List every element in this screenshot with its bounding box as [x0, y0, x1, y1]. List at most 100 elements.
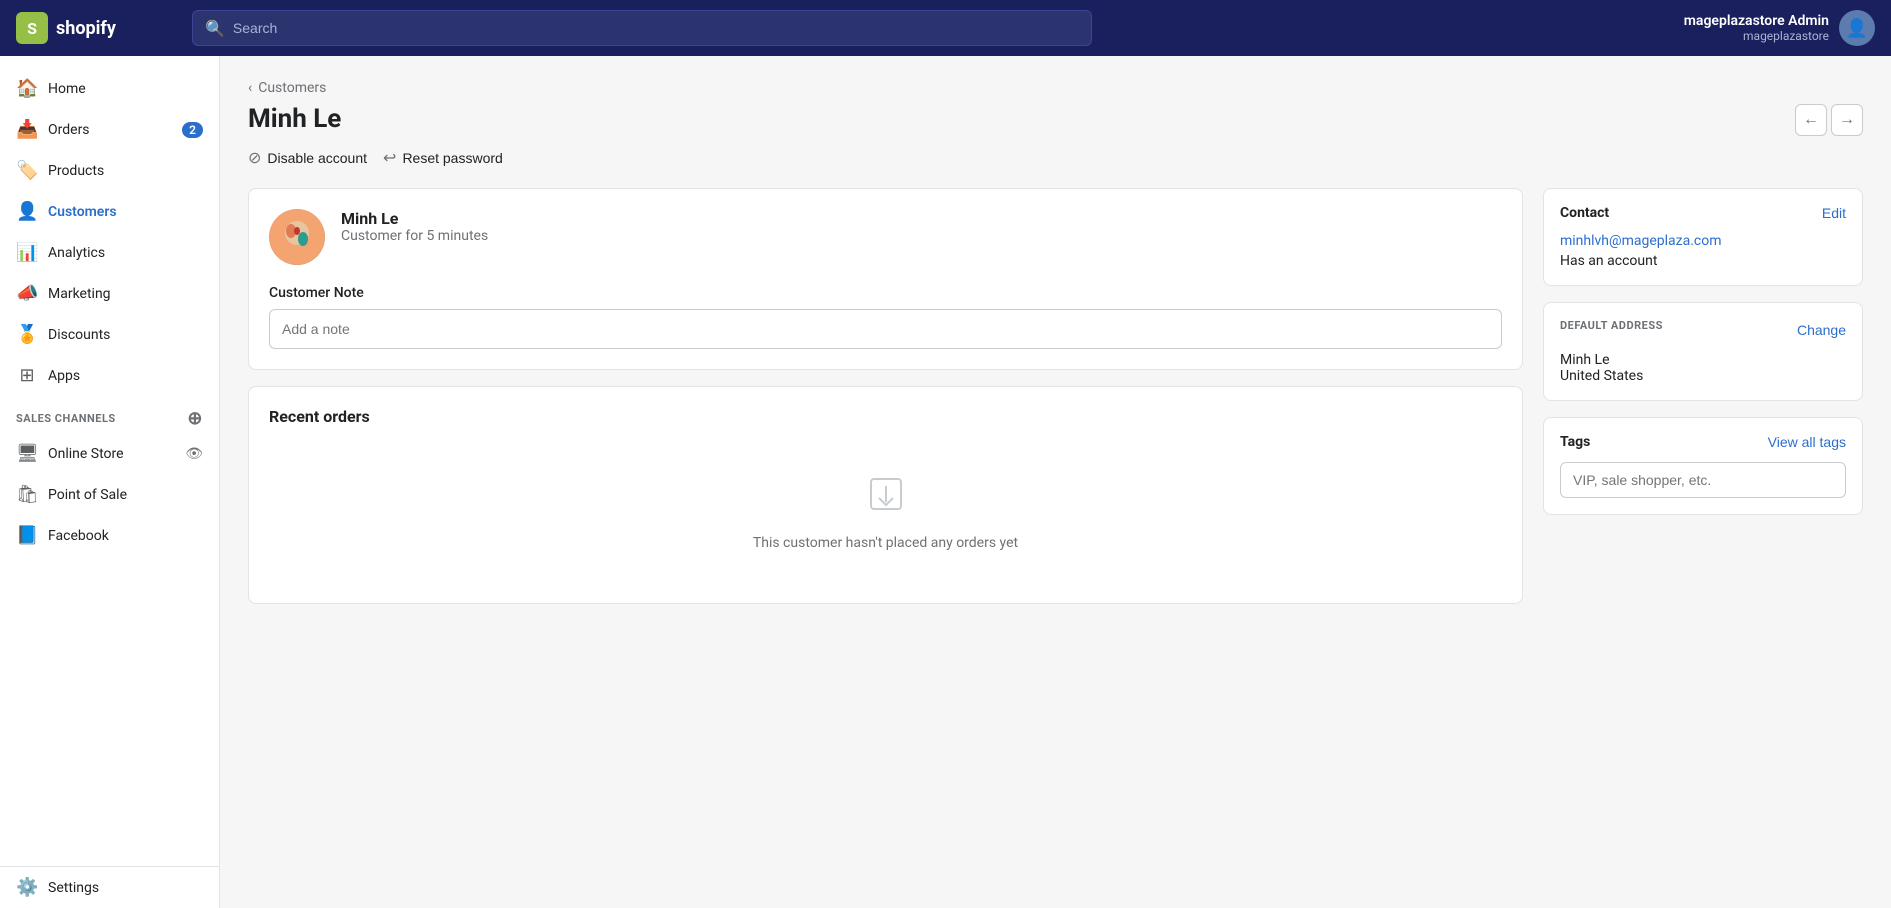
reset-password-button[interactable]: ↩ Reset password	[383, 148, 503, 168]
user-menu[interactable]: mageplazastore Admin mageplazastore 👤	[1684, 10, 1875, 46]
reset-icon: ↩	[383, 148, 396, 168]
default-address-label: DEFAULT ADDRESS	[1560, 319, 1663, 332]
sidebar-item-settings[interactable]: ⚙️ Settings	[0, 867, 220, 908]
sidebar-item-label: Orders	[48, 122, 90, 138]
content-grid: Minh Le Customer for 5 minutes Customer …	[248, 188, 1863, 620]
customer-info-card: Minh Le Customer for 5 minutes Customer …	[248, 188, 1523, 370]
tags-card-header: Tags View all tags	[1560, 434, 1846, 450]
add-channel-icon[interactable]: ⊕	[187, 408, 203, 429]
address-name: Minh Le	[1560, 352, 1846, 368]
empty-orders-text: This customer hasn't placed any orders y…	[753, 535, 1018, 551]
customer-avatar	[269, 209, 325, 265]
logo-text: shopify	[56, 18, 116, 39]
sidebar-badge: 2	[182, 122, 203, 138]
breadcrumb[interactable]: ‹ Customers	[248, 80, 1863, 96]
sidebar-item-products[interactable]: 🏷️ Products	[0, 150, 219, 191]
search-bar[interactable]: 🔍	[192, 10, 1092, 46]
customer-name: Minh Le	[341, 209, 488, 228]
shopify-logo[interactable]: S shopify	[16, 12, 176, 44]
page-header: Minh Le ← →	[248, 104, 1863, 136]
change-address-button[interactable]: Change	[1797, 322, 1846, 338]
analytics-icon: 📊	[16, 242, 38, 263]
note-input[interactable]	[269, 309, 1502, 349]
disable-account-button[interactable]: ⊘ Disable account	[248, 148, 367, 168]
products-icon: 🏷️	[16, 160, 38, 181]
sidebar-item-discounts[interactable]: 🏅 Discounts	[0, 314, 219, 355]
right-column: Contact Edit minhlvh@mageplaza.com Has a…	[1543, 188, 1863, 620]
point-of-sale-icon: 🛍	[16, 484, 38, 505]
nav-next-button[interactable]: →	[1831, 104, 1863, 136]
breadcrumb-arrow: ‹	[248, 80, 252, 96]
customer-details: Minh Le Customer for 5 minutes	[341, 209, 488, 244]
main-content: ‹ Customers Minh Le ← → ⊘ Disable accoun…	[220, 56, 1891, 908]
sidebar-item-analytics[interactable]: 📊 Analytics	[0, 232, 219, 273]
sidebar-item-label: Online Store	[48, 446, 124, 462]
tags-input[interactable]	[1560, 462, 1846, 498]
facebook-icon: 📘	[16, 525, 38, 546]
eye-icon[interactable]: 👁	[185, 446, 203, 462]
view-all-tags-button[interactable]: View all tags	[1768, 434, 1846, 450]
sidebar-item-point-of-sale[interactable]: 🛍 Point of Sale	[0, 474, 219, 515]
sidebar-item-customers[interactable]: 👤 Customers	[0, 191, 219, 232]
tags-card: Tags View all tags	[1543, 417, 1863, 515]
recent-orders-card: Recent orders This customer hasn't place…	[248, 386, 1523, 604]
sidebar-item-label: Facebook	[48, 528, 109, 544]
marketing-icon: 📣	[16, 283, 38, 304]
sidebar-item-label: Products	[48, 163, 104, 179]
avatar[interactable]: 👤	[1839, 10, 1875, 46]
user-store: mageplazastore	[1684, 29, 1829, 43]
sidebar-item-facebook[interactable]: 📘 Facebook	[0, 515, 219, 556]
tags-title: Tags	[1560, 434, 1590, 450]
top-navigation: S shopify 🔍 mageplazastore Admin magepla…	[0, 0, 1891, 56]
disable-account-label: Disable account	[267, 150, 367, 166]
search-icon: 🔍	[205, 19, 225, 38]
address-country: United States	[1560, 368, 1846, 384]
sales-channels-label: SALES CHANNELS ⊕	[0, 396, 219, 433]
sidebar-item-label: Point of Sale	[48, 487, 127, 503]
empty-orders-icon	[866, 474, 906, 523]
settings-icon: ⚙️	[16, 877, 38, 898]
customer-since: Customer for 5 minutes	[341, 228, 488, 244]
contact-card: Contact Edit minhlvh@mageplaza.com Has a…	[1543, 188, 1863, 286]
contact-email[interactable]: minhlvh@mageplaza.com	[1560, 233, 1846, 249]
sidebar-item-label: Discounts	[48, 327, 110, 343]
note-label: Customer Note	[269, 285, 1502, 301]
contact-title: Contact	[1560, 205, 1609, 221]
sidebar-bottom: ⚙️ Settings	[0, 866, 220, 908]
default-address-card: DEFAULT ADDRESS Change Minh Le United St…	[1543, 302, 1863, 401]
sidebar-item-online-store[interactable]: 🖥 Online Store 👁	[0, 433, 219, 474]
contact-account-status: Has an account	[1560, 253, 1846, 269]
sidebar-item-marketing[interactable]: 📣 Marketing	[0, 273, 219, 314]
sidebar-item-label: Customers	[48, 204, 117, 220]
contact-edit-button[interactable]: Edit	[1822, 205, 1846, 221]
sidebar-item-orders[interactable]: 📥 Orders 2	[0, 109, 219, 150]
nav-prev-button[interactable]: ←	[1795, 104, 1827, 136]
empty-orders: This customer hasn't placed any orders y…	[269, 442, 1502, 583]
search-input[interactable]	[233, 20, 1079, 36]
page-title: Minh Le	[248, 104, 341, 134]
nav-arrows: ← →	[1795, 104, 1863, 136]
action-buttons: ⊘ Disable account ↩ Reset password	[248, 148, 1863, 168]
logo-icon: S	[16, 12, 48, 44]
breadcrumb-label: Customers	[258, 80, 326, 96]
sidebar-item-label: Marketing	[48, 286, 111, 302]
sidebar-item-label: Analytics	[48, 245, 105, 261]
reset-password-label: Reset password	[402, 150, 502, 166]
home-icon: 🏠	[16, 78, 38, 99]
left-column: Minh Le Customer for 5 minutes Customer …	[248, 188, 1523, 620]
contact-card-header: Contact Edit	[1560, 205, 1846, 221]
apps-icon: ⊞	[16, 365, 38, 386]
customers-icon: 👤	[16, 201, 38, 222]
sidebar-item-apps[interactable]: ⊞ Apps	[0, 355, 219, 396]
sidebar-item-label: Settings	[48, 880, 99, 896]
recent-orders-title: Recent orders	[269, 407, 1502, 426]
disable-icon: ⊘	[248, 148, 261, 168]
user-name: mageplazastore Admin	[1684, 13, 1829, 29]
main-layout: 🏠 Home 📥 Orders 2 🏷️ Products 👤 Customer…	[0, 56, 1891, 908]
online-store-icon: 🖥	[16, 443, 38, 464]
customer-info: Minh Le Customer for 5 minutes	[269, 209, 1502, 265]
sidebar-item-label: Apps	[48, 368, 80, 384]
sidebar: 🏠 Home 📥 Orders 2 🏷️ Products 👤 Customer…	[0, 56, 220, 908]
sidebar-item-home[interactable]: 🏠 Home	[0, 68, 219, 109]
discounts-icon: 🏅	[16, 324, 38, 345]
